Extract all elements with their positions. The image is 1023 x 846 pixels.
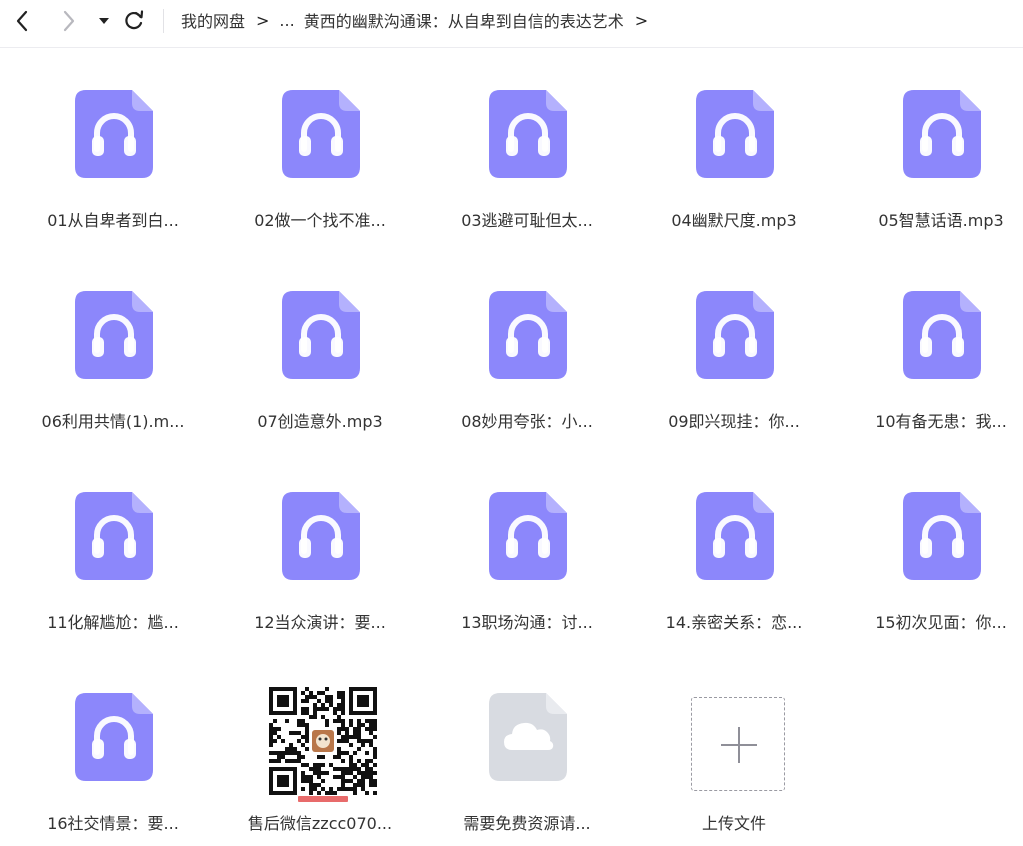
file-item[interactable]: 04幽默尺度.mp3 [644,52,824,242]
file-item[interactable]: 05智慧话语.mp3 [851,52,1023,242]
file-item[interactable]: 06利用共情(1).m... [23,253,203,443]
file-item[interactable]: 01从自卑者到白... [23,52,203,242]
file-name: 12当众演讲：要... [254,613,386,632]
headphones-file-icon [695,290,775,380]
file-item[interactable]: 07创造意外.mp3 [230,253,410,443]
headphones-file-icon [488,89,568,179]
upload-file-button[interactable]: 上传文件 [644,655,824,845]
file-item[interactable]: 13职场沟通：讨... [437,454,617,644]
plus-icon [721,727,757,763]
file-name: 15初次见面：你... [875,613,1007,632]
file-name: 09即兴现挂：你... [668,412,800,431]
chevron-right-icon [63,10,75,32]
file-name: 10有备无患：我... [875,412,1007,431]
file-name: 13职场沟通：讨... [461,613,593,632]
headphones-file-icon [74,89,154,179]
file-item[interactable]: 需要免费资源请... [437,655,617,845]
file-name: 05智慧话语.mp3 [878,211,1004,230]
file-item[interactable]: 11化解尴尬：尴... [23,454,203,644]
qr-code-image [268,686,378,804]
file-item[interactable]: 12当众演讲：要... [230,454,410,644]
refresh-icon [125,10,144,30]
file-name: 01从自卑者到白... [47,211,179,230]
breadcrumb-current[interactable]: 黄西的幽默沟通课：从自卑到自信的表达艺术 [304,8,624,32]
file-item[interactable]: 10有备无患：我... [851,253,1023,443]
file-item[interactable]: 14.亲密关系：恋... [644,454,824,644]
file-name: 07创造意外.mp3 [257,412,383,431]
file-item[interactable]: 09即兴现挂：你... [644,253,824,443]
file-name: 06利用共情(1).m... [41,412,185,431]
headphones-file-icon [281,491,361,581]
top-navigation-bar: 我的网盘 > ... 黄西的幽默沟通课：从自卑到自信的表达艺术 > [0,0,1023,48]
file-name: 03逃避可耻但太... [461,211,593,230]
forward-button[interactable] [54,6,84,36]
file-name: 16社交情景：要... [47,814,179,833]
headphones-file-icon [695,491,775,581]
file-name: 08妙用夸张：小... [461,412,593,431]
file-name: 02做一个找不准... [254,211,386,230]
file-name: 11化解尴尬：尴... [47,613,179,632]
headphones-file-icon [902,290,982,380]
breadcrumb-separator: > [256,10,270,30]
back-button[interactable] [8,6,38,36]
headphones-file-icon [281,290,361,380]
file-item[interactable]: 16社交情景：要... [23,655,203,845]
headphones-file-icon [74,491,154,581]
history-dropdown-button[interactable] [90,6,120,36]
file-item[interactable]: 03逃避可耻但太... [437,52,617,242]
headphones-file-icon [74,692,154,782]
upload-label: 上传文件 [701,814,766,833]
headphones-file-icon [74,290,154,380]
breadcrumb-root[interactable]: 我的网盘 [181,8,245,32]
file-item[interactable]: 02做一个找不准... [230,52,410,242]
upload-dropzone[interactable] [691,697,785,791]
file-name: 14.亲密关系：恋... [665,613,803,632]
breadcrumb-ellipsis[interactable]: ... [279,11,294,30]
headphones-file-icon [902,491,982,581]
caret-down-icon [99,18,109,24]
chevron-left-icon [16,10,28,32]
headphones-file-icon [281,89,361,179]
headphones-file-icon [902,89,982,179]
toolbar-divider [163,9,164,33]
breadcrumb-trailing-separator[interactable]: > [635,11,648,30]
file-item[interactable]: 08妙用夸张：小... [437,253,617,443]
file-name: 售后微信zzcc070... [247,814,393,833]
headphones-file-icon [488,290,568,380]
headphones-file-icon [695,89,775,179]
image-file-item[interactable]: 售后微信zzcc070... [230,655,410,845]
cloud-file-icon [488,692,568,782]
headphones-file-icon [488,491,568,581]
file-item[interactable]: 15初次见面：你... [851,454,1023,644]
refresh-button[interactable] [119,6,149,36]
breadcrumb: 我的网盘 > ... 黄西的幽默沟通课：从自卑到自信的表达艺术 > [181,8,658,32]
file-name: 需要免费资源请... [463,814,591,833]
file-name: 04幽默尺度.mp3 [671,211,797,230]
